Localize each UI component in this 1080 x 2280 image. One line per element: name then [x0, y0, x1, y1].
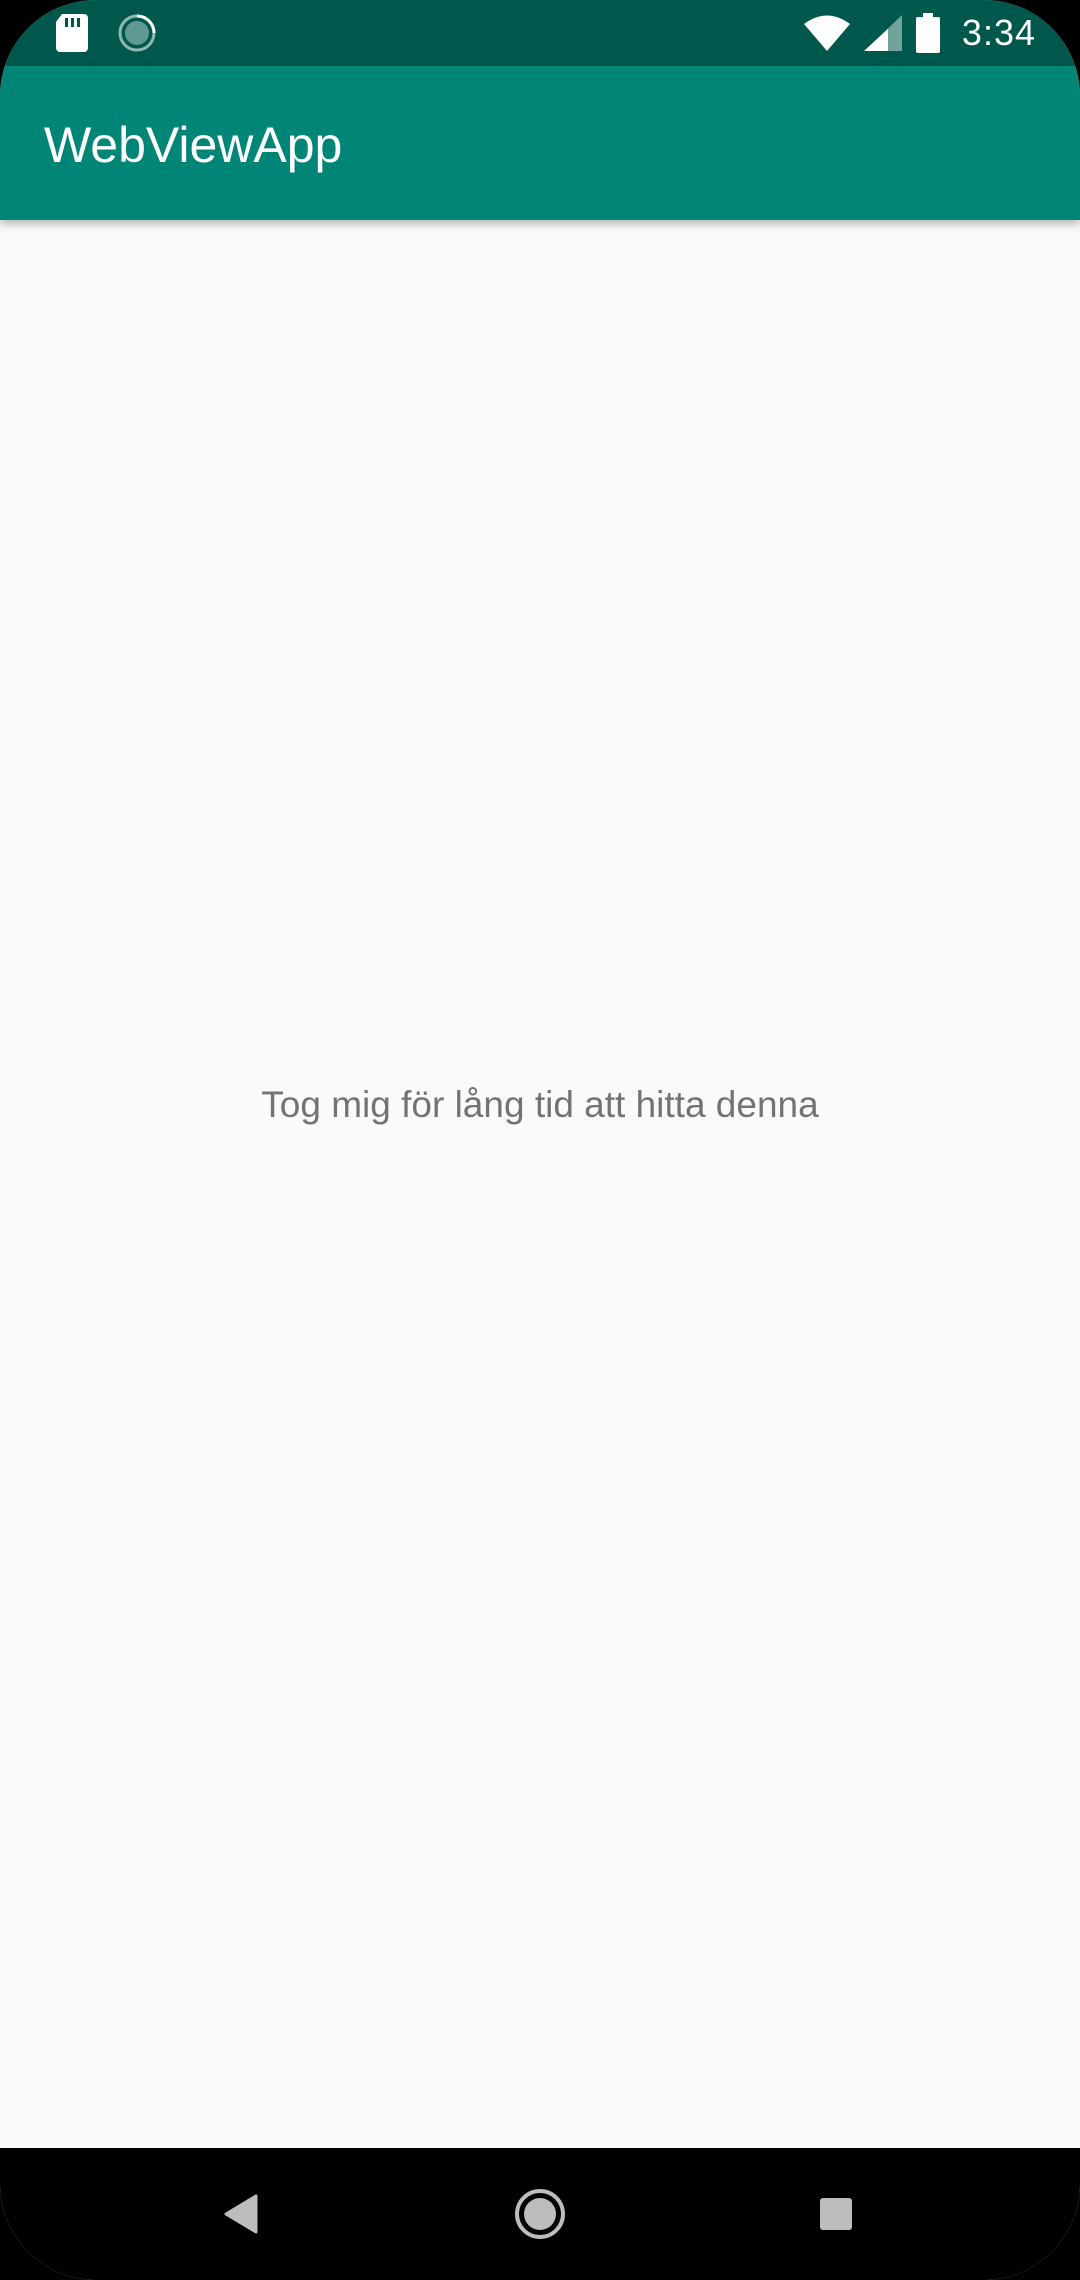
wifi-icon: [803, 15, 850, 51]
recents-button[interactable]: [806, 2184, 866, 2244]
battery-icon: [915, 13, 940, 53]
home-button[interactable]: [510, 2184, 570, 2244]
status-time: 3:34: [961, 12, 1036, 53]
status-right: 3:34: [803, 10, 1036, 56]
status-left: [56, 14, 156, 52]
loading-spinner-icon: [118, 14, 156, 52]
recents-icon: [818, 2196, 854, 2232]
home-icon: [514, 2188, 566, 2240]
back-icon: [224, 2194, 260, 2234]
signal-icon: [863, 15, 902, 51]
app-title: WebViewApp: [44, 117, 343, 173]
content-message: Tog mig för lång tid att hitta denna: [261, 1084, 819, 1125]
sd-card-icon: [56, 14, 88, 52]
webview-content[interactable]: Tog mig för lång tid att hitta denna: [0, 220, 1080, 2148]
navigation-bar: [0, 2148, 1080, 2280]
status-bar: 3:34: [0, 0, 1080, 66]
back-button[interactable]: [212, 2184, 272, 2244]
app-bar: WebViewApp: [0, 66, 1080, 220]
phone-screen: 3:34 WebViewApp Tog mig för lång tid att…: [0, 0, 1080, 2280]
